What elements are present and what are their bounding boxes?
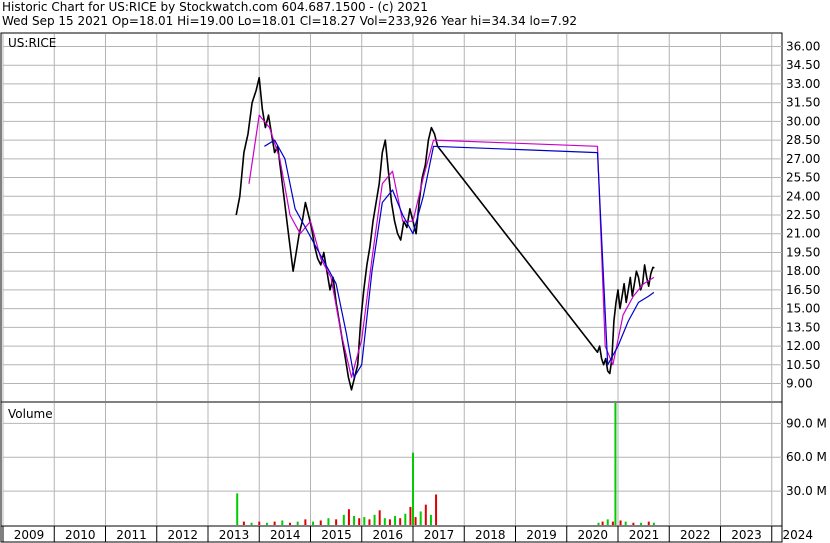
volume-bar xyxy=(652,522,655,525)
volume-bar xyxy=(258,521,261,525)
date-label-2019: 2019 xyxy=(526,528,557,542)
volume-bar xyxy=(394,515,397,525)
volume-bar xyxy=(378,510,381,525)
volume-bar xyxy=(273,521,276,525)
date-label-2020: 2020 xyxy=(577,528,608,542)
price-label-7: 19.50 xyxy=(786,245,820,259)
date-label-2017: 2017 xyxy=(424,528,455,542)
price-label-0: 9.00 xyxy=(786,377,813,391)
price-label-18: 36.00 xyxy=(786,39,820,53)
stock-chart: 9.00 10.50 12.00 13.50 15.00 16.50 18.00 19.50 2… xyxy=(0,32,827,543)
volume-bar xyxy=(353,515,356,525)
volume-bar xyxy=(304,519,307,525)
volume-bar xyxy=(335,519,338,525)
price-panel-title: US:RICE xyxy=(8,36,56,50)
volume-label-2: 90.0 M xyxy=(786,416,827,430)
volume-bar xyxy=(632,522,635,525)
volume-bar xyxy=(236,493,239,525)
volume-bar xyxy=(611,521,614,525)
price-label-17: 34.50 xyxy=(786,58,820,72)
price-label-11: 25.50 xyxy=(786,171,820,185)
price-label-9: 22.50 xyxy=(786,208,820,222)
price-panel xyxy=(0,32,783,403)
volume-bar xyxy=(619,520,622,525)
volume-bar xyxy=(388,519,391,525)
volume-bar xyxy=(265,522,268,525)
volume-bar xyxy=(409,506,412,525)
price-label-14: 30.00 xyxy=(786,114,820,128)
volume-bar xyxy=(363,517,366,525)
volume-bar xyxy=(347,509,350,525)
volume-bar xyxy=(242,521,245,525)
volume-bar xyxy=(281,520,284,525)
volume-bar xyxy=(412,452,414,525)
volume-bar xyxy=(373,514,376,525)
volume-bar xyxy=(624,521,627,525)
volume-bar xyxy=(647,521,650,525)
volume-bar xyxy=(435,494,438,525)
date-label-2024: 2024 xyxy=(782,528,813,542)
price-label-12: 27.00 xyxy=(786,152,820,166)
volume-bar xyxy=(414,517,417,525)
date-label-2021: 2021 xyxy=(629,528,660,542)
volume-bar xyxy=(358,518,361,525)
volume-bar xyxy=(383,518,386,525)
volume-bar xyxy=(429,514,432,525)
date-label-2023: 2023 xyxy=(731,528,762,542)
volume-bar xyxy=(419,511,422,525)
price-label-2: 12.00 xyxy=(786,339,820,353)
price-label-15: 31.50 xyxy=(786,96,820,110)
price-label-16: 33.00 xyxy=(786,77,820,91)
volume-bar xyxy=(312,521,315,525)
date-label-2011: 2011 xyxy=(116,528,147,542)
volume-bar xyxy=(368,519,371,525)
date-label-2012: 2012 xyxy=(167,528,198,542)
date-label-2015: 2015 xyxy=(321,528,352,542)
date-label-2018: 2018 xyxy=(475,528,506,542)
date-label-2022: 2022 xyxy=(680,528,711,542)
price-label-10: 24.00 xyxy=(786,189,820,203)
volume-bar xyxy=(601,521,604,525)
volume-bar xyxy=(289,522,291,525)
price-label-8: 21.00 xyxy=(786,227,820,241)
price-label-1: 10.50 xyxy=(786,358,820,372)
volume-bar xyxy=(399,518,402,525)
price-label-5: 16.50 xyxy=(786,283,820,297)
price-label-4: 15.00 xyxy=(786,302,820,316)
volume-bar xyxy=(640,522,643,525)
volume-axis-labels: 30.0 M 60.0 M 90.0 M xyxy=(786,416,827,498)
date-label-2009: 2009 xyxy=(14,528,45,542)
price-label-13: 28.50 xyxy=(786,133,820,147)
volume-bar xyxy=(606,519,609,525)
date-label-2016: 2016 xyxy=(372,528,403,542)
price-axis-labels: 9.00 10.50 12.00 13.50 15.00 16.50 18.00 19.50 2… xyxy=(786,39,820,390)
date-label-2010: 2010 xyxy=(65,528,96,542)
volume-label-0: 30.0 M xyxy=(786,484,827,498)
volume-bar xyxy=(296,521,299,525)
volume-bar xyxy=(250,522,253,525)
volume-label-1: 60.0 M xyxy=(786,450,827,464)
volume-panel-title: Volume xyxy=(8,407,53,421)
volume-bar xyxy=(319,520,322,525)
price-label-3: 13.50 xyxy=(786,320,820,334)
date-label-2014: 2014 xyxy=(270,528,301,542)
volume-bar xyxy=(614,403,617,525)
volume-bar xyxy=(424,504,427,525)
volume-bar xyxy=(597,522,600,525)
volume-panel xyxy=(0,401,783,527)
volume-bar xyxy=(404,513,407,525)
date-label-2013: 2013 xyxy=(219,528,250,542)
volume-bar xyxy=(342,514,345,525)
price-label-6: 18.00 xyxy=(786,264,820,278)
volume-bar xyxy=(327,518,330,525)
